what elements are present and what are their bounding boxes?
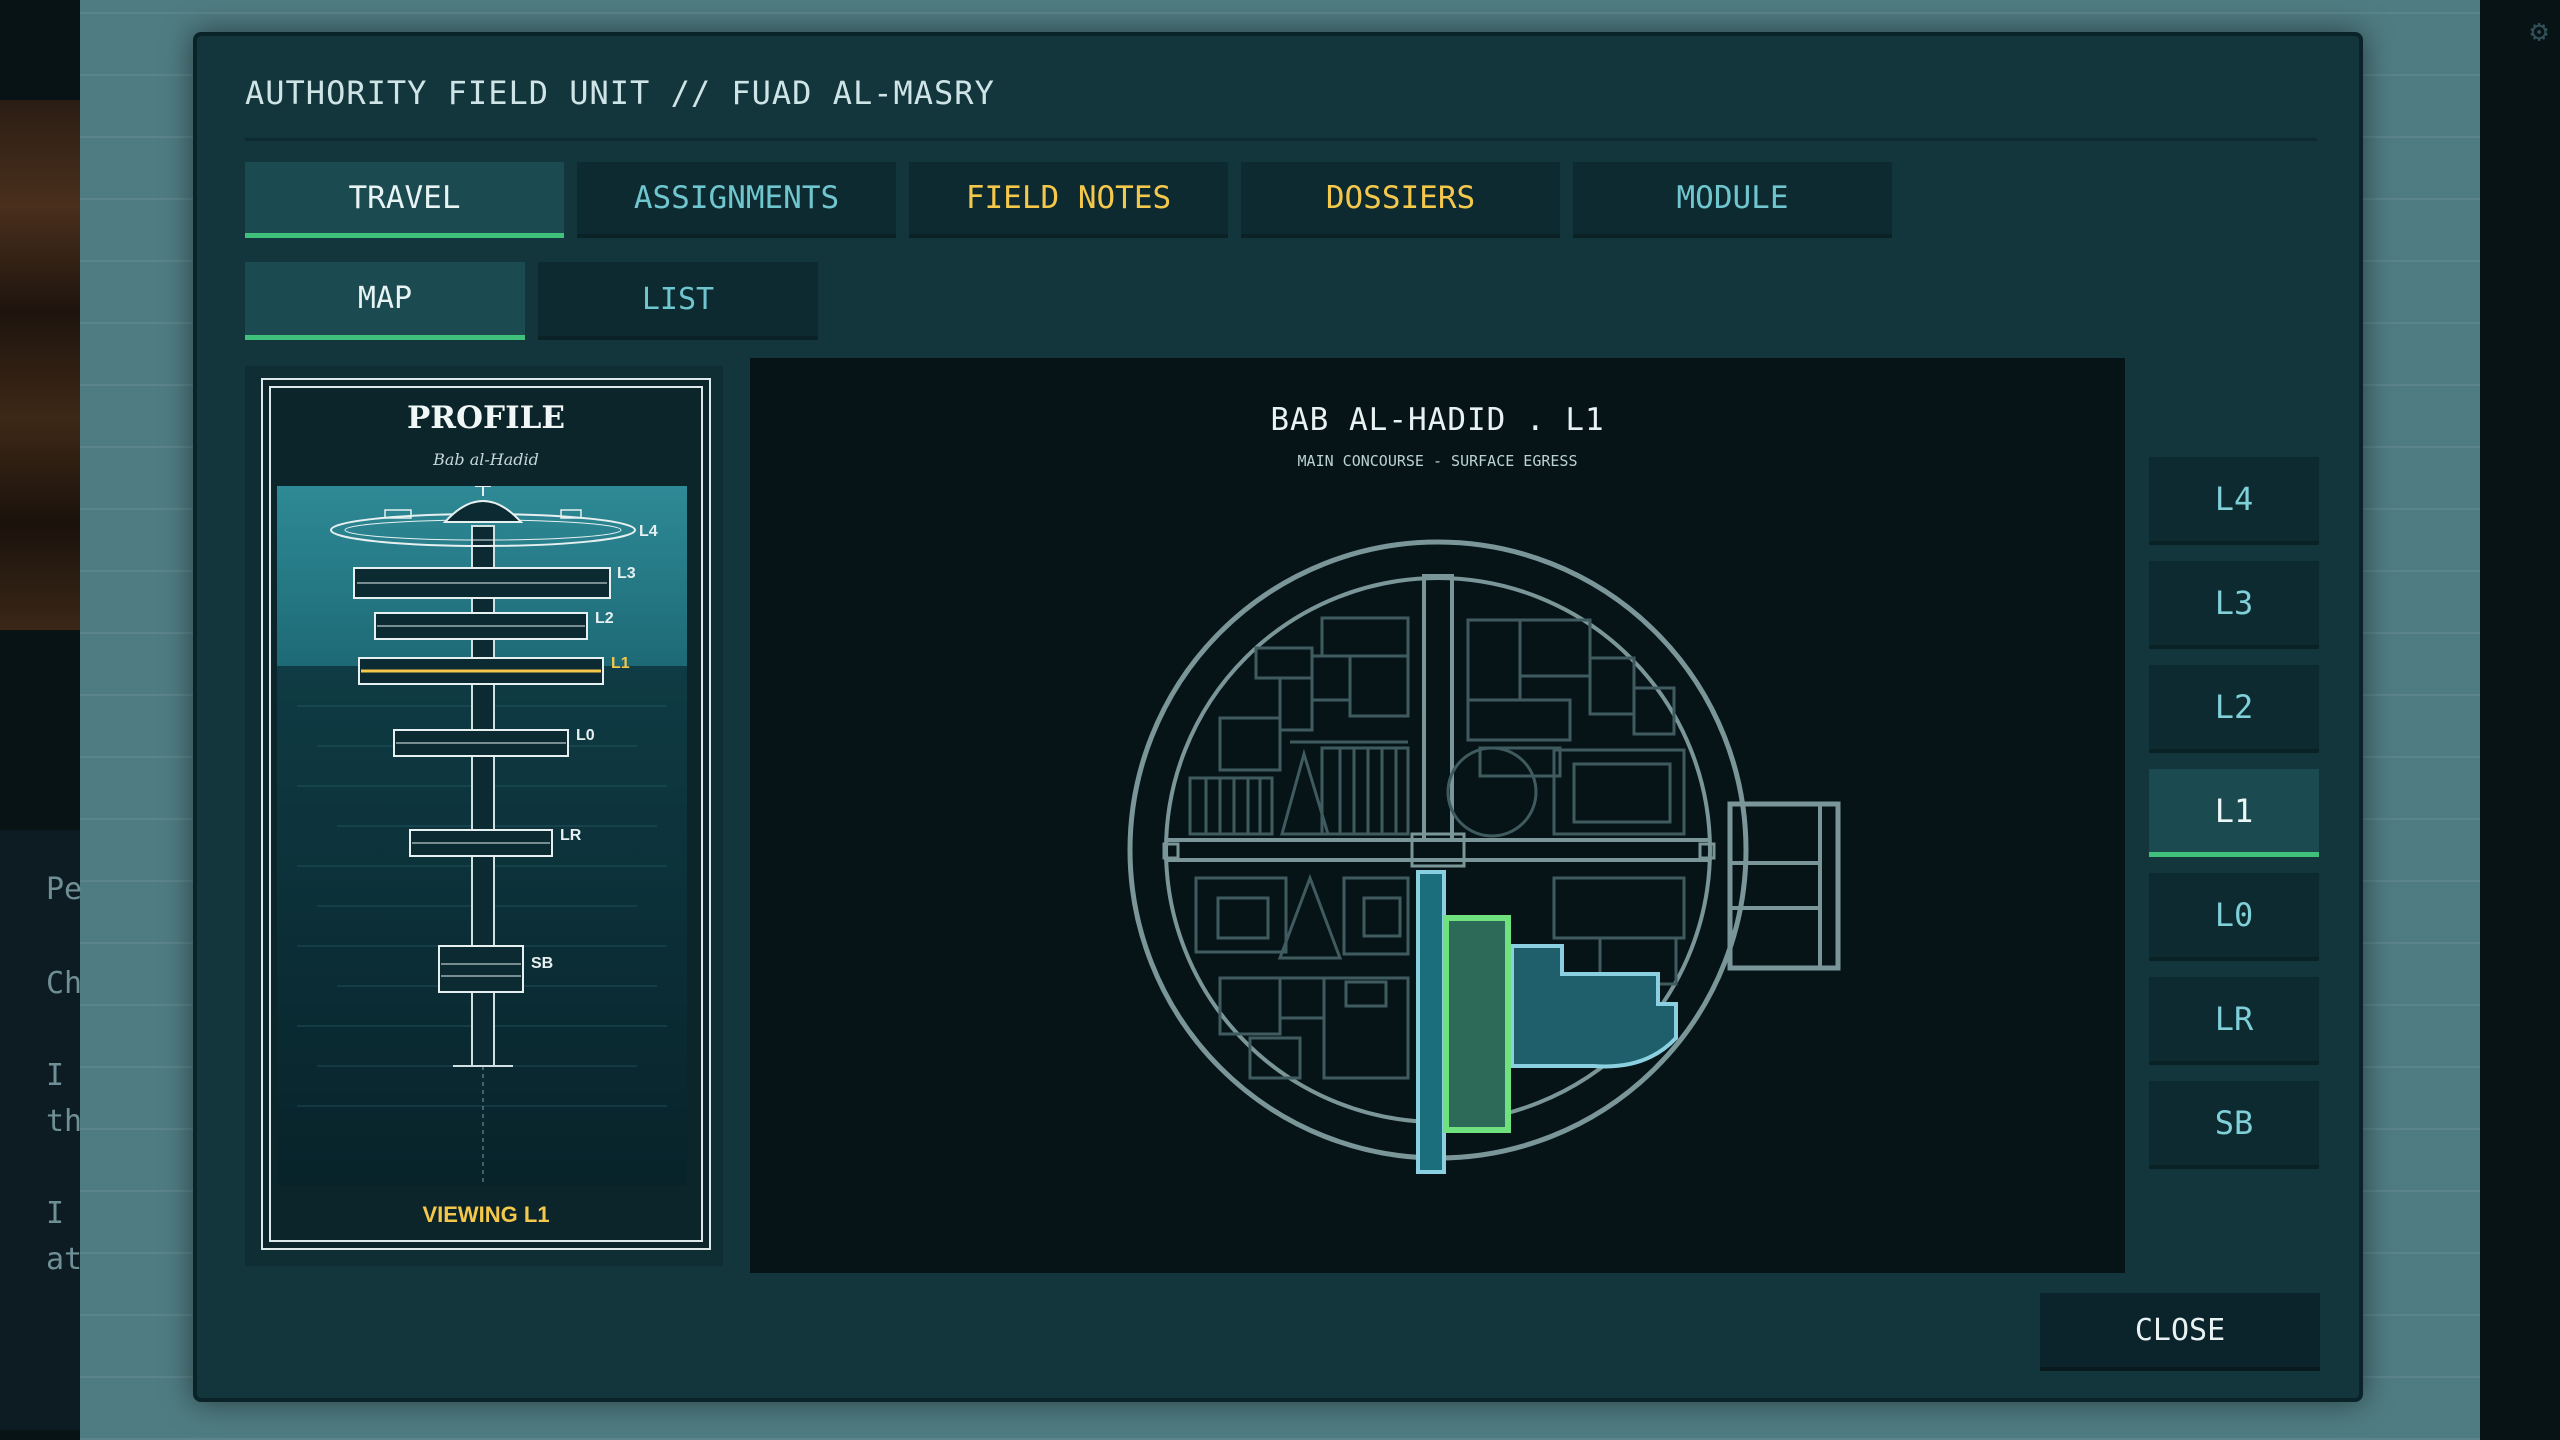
background-shelf <box>0 100 80 630</box>
profile-title: PROFILE <box>406 400 565 436</box>
highlight-concourse <box>1510 944 1678 1069</box>
viewing-level-label: VIEWING L1 <box>422 1202 550 1227</box>
background-text: I <box>46 1058 65 1093</box>
highlight-shaft <box>1416 870 1446 1174</box>
level-button-l0[interactable]: L0 <box>2149 873 2319 961</box>
close-button[interactable]: CLOSE <box>2040 1293 2320 1371</box>
profile-label-l3: L3 <box>617 565 636 582</box>
level-button-l4[interactable]: L4 <box>2149 457 2319 545</box>
field-unit-modal: AUTHORITY FIELD UNIT // FUAD AL-MASRY TR… <box>193 32 2363 1402</box>
subtab-map[interactable]: MAP <box>245 262 525 340</box>
tab-travel[interactable]: TRAVEL <box>245 162 564 238</box>
profile-label-lr: LR <box>560 827 582 844</box>
level-button-sb[interactable]: SB <box>2149 1081 2319 1169</box>
modal-title: AUTHORITY FIELD UNIT // FUAD AL-MASRY <box>245 74 995 112</box>
level-button-l3[interactable]: L3 <box>2149 561 2319 649</box>
floor-plan <box>1127 539 1841 1174</box>
subtab-list[interactable]: LIST <box>538 262 818 340</box>
background-text: Pe <box>46 872 83 907</box>
tab-field-notes[interactable]: FIELD NOTES <box>909 162 1228 238</box>
background-text: I <box>46 1196 65 1231</box>
tab-module[interactable]: MODULE <box>1573 162 1892 238</box>
background-text: Ch <box>46 966 83 1001</box>
floor-map-view: BAB AL-HADID . L1 MAIN CONCOURSE - SURFA… <box>750 358 2125 1273</box>
profile-label-sb: SB <box>531 955 553 972</box>
profile-label-l2: L2 <box>595 610 614 627</box>
gear-icon[interactable]: ⚙ <box>2530 14 2548 49</box>
level-button-l1[interactable]: L1 <box>2149 769 2319 857</box>
profile-label-l0: L0 <box>576 727 595 744</box>
profile-diagram: L4 L3 L2 L1 L0 LR SB <box>277 486 687 1186</box>
profile-subtitle: Bab al-Hadid <box>433 450 539 469</box>
profile-label-l1: L1 <box>611 655 630 672</box>
tab-assignments[interactable]: ASSIGNMENTS <box>577 162 896 238</box>
level-sb-block <box>438 945 524 993</box>
background-left-panel <box>0 0 80 1440</box>
background-text: th <box>46 1104 83 1139</box>
background-text: at <box>46 1242 83 1277</box>
profile-card: PROFILE Bab al-Hadid L4 L3 L2 L1 L0 LR S… <box>259 376 713 1252</box>
background-right-panel: ⚙ <box>2480 0 2560 1440</box>
title-divider <box>245 138 2317 141</box>
profile-label-l4: L4 <box>639 523 658 540</box>
highlight-active-room <box>1443 915 1511 1133</box>
tab-dossiers[interactable]: DOSSIERS <box>1241 162 1560 238</box>
level-button-lr[interactable]: LR <box>2149 977 2319 1065</box>
level-button-l2[interactable]: L2 <box>2149 665 2319 753</box>
